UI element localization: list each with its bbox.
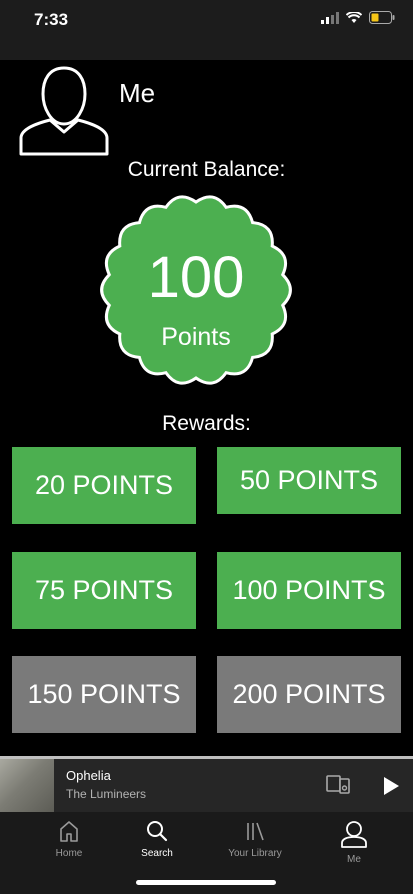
home-icon [60,821,78,842]
album-art [0,759,54,812]
balance-amount: 100 [147,245,245,310]
balance-unit: Points [161,323,231,351]
signal-icon [321,11,339,24]
profile-name: Me [119,78,156,108]
home-indicator [136,880,276,885]
status-icons [321,11,395,24]
search-icon [147,821,168,842]
tab-home-label: Home [55,848,83,859]
reward-100-points-button[interactable]: 100 POINTS [217,552,401,629]
tab-search-label: Search [141,848,173,859]
track-artist: The Lumineers [66,787,147,801]
tab-library-label: Your Library [228,848,282,859]
reward-50-points-button[interactable]: 50 POINTS [217,447,401,514]
tab-me[interactable]: Me [309,820,399,865]
reward-200-points-button[interactable]: 200 POINTS [217,656,401,733]
tab-home[interactable]: Home [24,820,114,859]
rewards-label: Rewards: [162,412,251,435]
battery-icon [369,11,395,24]
reward-20-points-button[interactable]: 20 POINTS [12,447,196,524]
play-icon[interactable] [382,776,400,796]
status-time: 7:33 [34,10,69,29]
wifi-icon [346,11,362,23]
library-icon [247,822,264,841]
tab-library[interactable]: Your Library [210,820,300,859]
devices-icon[interactable] [326,773,350,795]
tab-search[interactable]: Search [112,820,202,859]
avatar [19,66,109,156]
now-playing-bar[interactable]: Ophelia The Lumineers [0,756,413,812]
track-title: Ophelia [66,768,111,783]
profile-icon [341,821,367,848]
balance-label: Current Balance: [127,158,286,181]
status-bar: 7:33 [0,0,413,60]
tab-me-label: Me [347,854,361,865]
reward-75-points-button[interactable]: 75 POINTS [12,552,196,629]
reward-150-points-button[interactable]: 150 POINTS [12,656,196,733]
